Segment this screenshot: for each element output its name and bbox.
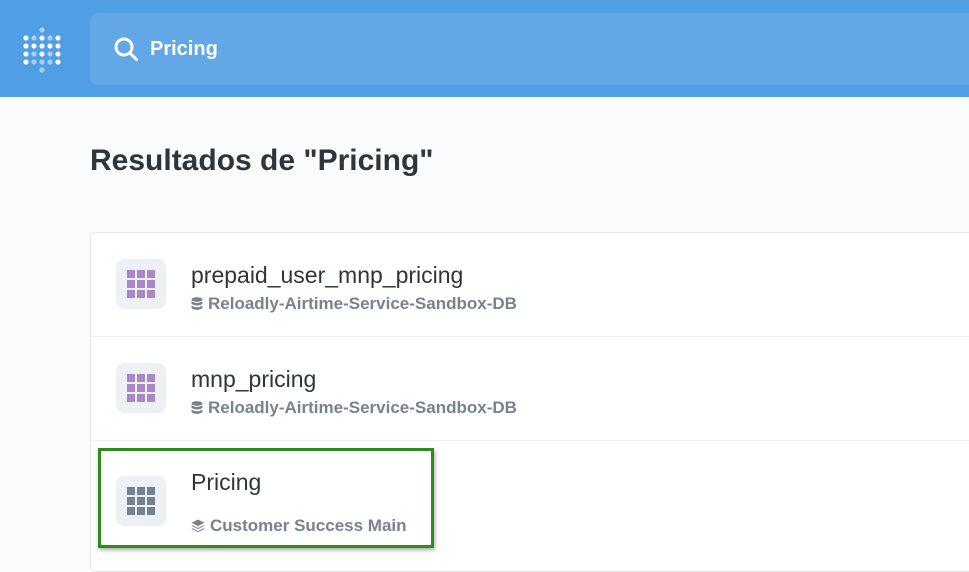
search-result-item[interactable]: prepaid_user_mnp_pricing Reloadly-Airtim… [91,233,969,337]
search-icon [112,35,140,63]
search-result-item[interactable]: mnp_pricing Reloadly-Airtime-Service-San… [91,337,969,441]
search-input[interactable] [150,37,850,61]
search-result-item[interactable]: Pricing Customer Success Main [91,441,969,571]
result-title[interactable]: mnp_pricing [191,366,316,393]
result-collection-label: Customer Success Main [210,516,407,535]
result-title[interactable]: prepaid_user_mnp_pricing [191,262,463,289]
result-collection[interactable]: Customer Success Main [191,516,407,536]
search-bar[interactable] [90,13,969,85]
top-navigation-bar [0,0,969,97]
table-grid-icon [116,363,166,413]
metabase-logo-icon[interactable] [22,26,62,74]
search-results-list: prepaid_user_mnp_pricing Reloadly-Airtim… [90,232,969,572]
result-database-label: Reloadly-Airtime-Service-Sandbox-DB [208,398,517,417]
table-grid-icon [116,476,166,526]
layers-icon [191,519,205,533]
table-grid-icon [116,259,166,309]
result-database[interactable]: Reloadly-Airtime-Service-Sandbox-DB [191,398,517,418]
database-icon [191,401,203,415]
result-database-label: Reloadly-Airtime-Service-Sandbox-DB [208,294,517,313]
database-icon [191,297,203,311]
result-database[interactable]: Reloadly-Airtime-Service-Sandbox-DB [191,294,517,314]
page-title: Resultados de "Pricing" [90,144,434,177]
result-title[interactable]: Pricing [191,469,261,496]
